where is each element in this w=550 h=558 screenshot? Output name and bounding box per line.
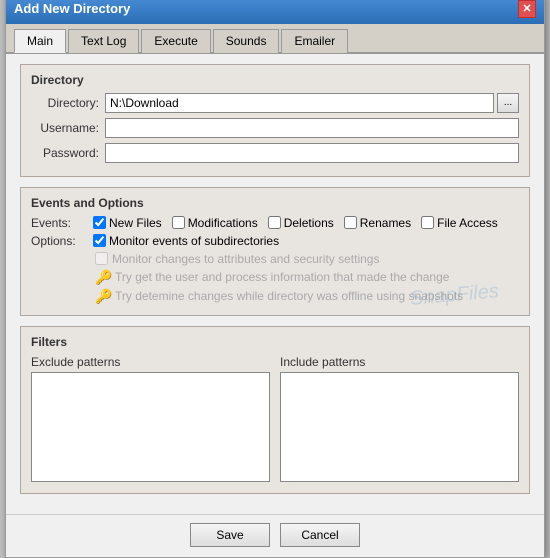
tab-emailer[interactable]: Emailer <box>281 29 348 53</box>
filters-section: Filters Exclude patterns Include pattern… <box>20 326 530 494</box>
option-attributes: Monitor changes to attributes and securi… <box>95 252 519 266</box>
directory-row: Directory: ... <box>31 93 519 113</box>
content-area: Main Text Log Execute Sounds Emailer Dir… <box>6 24 544 557</box>
options-row: Options: Monitor events of subdirectorie… <box>31 234 519 248</box>
option-offline-snapshots: 🔑 Try detemine changes while directory w… <box>95 288 519 304</box>
option-attributes-checkbox[interactable] <box>95 252 108 265</box>
main-window: Add New Directory ✕ Main Text Log Execut… <box>5 0 545 558</box>
checkbox-deletions[interactable]: Deletions <box>268 216 334 230</box>
tab-main[interactable]: Main <box>14 29 66 53</box>
filters-row: Exclude patterns Include patterns <box>31 355 519 485</box>
directory-label: Directory: <box>31 96 99 110</box>
filters-section-label: Filters <box>31 335 519 349</box>
tab-bar: Main Text Log Execute Sounds Emailer <box>6 24 544 54</box>
events-section: Events and Options Events: New Files Mod… <box>20 187 530 316</box>
cancel-button[interactable]: Cancel <box>280 523 360 547</box>
title-bar: Add New Directory ✕ <box>6 0 544 24</box>
checkbox-file-access[interactable]: File Access <box>421 216 498 230</box>
exclude-patterns-label: Exclude patterns <box>31 355 270 369</box>
tab-textlog[interactable]: Text Log <box>68 29 139 53</box>
browse-button[interactable]: ... <box>497 93 519 113</box>
key-icon-2: 🔑 <box>95 288 111 304</box>
checkbox-modifications[interactable]: Modifications <box>172 216 258 230</box>
password-input[interactable] <box>105 143 519 163</box>
directory-section-label: Directory <box>31 73 519 87</box>
directory-section: Directory Directory: ... Username: Passw… <box>20 64 530 177</box>
window-title: Add New Directory <box>14 1 130 16</box>
checkbox-renames[interactable]: Renames <box>344 216 411 230</box>
username-row: Username: <box>31 118 519 138</box>
events-row: Events: New Files Modifications Deletion… <box>31 216 519 230</box>
exclude-patterns-box: Exclude patterns <box>31 355 270 485</box>
checkbox-new-files[interactable]: New Files <box>93 216 162 230</box>
option-user-info: 🔑 Try get the user and process informati… <box>95 269 519 285</box>
tab-execute[interactable]: Execute <box>141 29 210 53</box>
title-bar-buttons: ✕ <box>518 0 536 18</box>
include-patterns-input[interactable] <box>280 372 519 482</box>
username-input[interactable] <box>105 118 519 138</box>
main-panel: Directory Directory: ... Username: Passw… <box>6 54 544 514</box>
directory-input[interactable] <box>105 93 494 113</box>
exclude-patterns-input[interactable] <box>31 372 270 482</box>
password-label: Password: <box>31 146 99 160</box>
save-button[interactable]: Save <box>190 523 270 547</box>
bottom-buttons: Save Cancel <box>6 514 544 557</box>
key-icon-1: 🔑 <box>95 269 111 285</box>
events-label: Events: <box>31 216 91 230</box>
tab-sounds[interactable]: Sounds <box>213 29 280 53</box>
password-row: Password: <box>31 143 519 163</box>
events-section-label: Events and Options <box>31 196 519 210</box>
options-label: Options: <box>31 234 91 248</box>
close-button[interactable]: ✕ <box>518 0 536 18</box>
include-patterns-label: Include patterns <box>280 355 519 369</box>
option-subdirectories[interactable]: Monitor events of subdirectories <box>93 234 279 248</box>
include-patterns-box: Include patterns <box>280 355 519 485</box>
username-label: Username: <box>31 121 99 135</box>
